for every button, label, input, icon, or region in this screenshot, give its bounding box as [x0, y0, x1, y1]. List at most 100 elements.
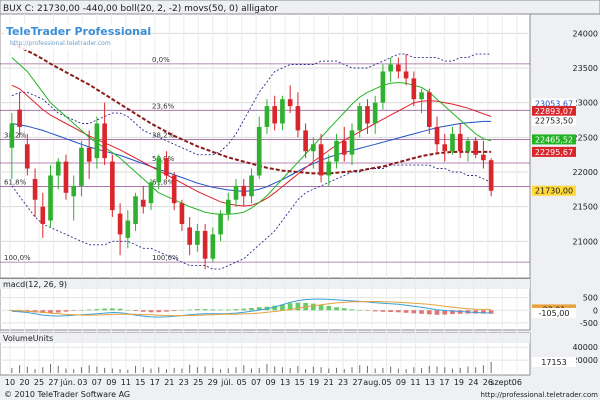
candle-body [388, 64, 393, 72]
candle-body [148, 182, 154, 204]
candle-body [179, 203, 185, 224]
date-tick-label: 24 [468, 378, 478, 387]
candle-body [349, 130, 355, 155]
price-value-label-text: 22465,52 [535, 135, 573, 144]
candle-body [233, 185, 239, 200]
chart-title: BUX C: 21730,00 -440,00 boll(20, 2, -2) … [3, 4, 278, 14]
price-tick-label: 21000 [573, 237, 598, 246]
candle-body [25, 144, 30, 169]
candle-body [450, 133, 455, 152]
footer-url[interactable]: http://professional.teletrader.com [481, 391, 599, 399]
candle-body [457, 133, 463, 152]
candle-body [164, 158, 169, 176]
date-tick-label: 09 [396, 378, 406, 387]
candle-body [249, 175, 254, 197]
macd-histogram-bar [334, 307, 339, 311]
candle-body [396, 64, 401, 72]
candle-body [434, 126, 440, 145]
candle-body [32, 178, 38, 200]
date-tick-label: 17 [150, 378, 160, 387]
candle-body [295, 106, 301, 131]
date-tick-label: 11 [410, 378, 420, 387]
macd-histogram-bar [148, 310, 154, 313]
date-tick-label: 06 [512, 378, 522, 387]
candle-body [272, 106, 278, 124]
candle-body [225, 199, 231, 214]
brand-url: http://professional.teletrader.com [10, 40, 111, 47]
candle-body [117, 213, 123, 235]
candle-body [365, 106, 370, 124]
macd-histogram-bar [218, 309, 223, 311]
chart-svg[interactable]: 0,0%23,6%38,2%50,0%61,8%100,0%38,2%61,8%… [0, 0, 600, 400]
date-tick-label: 07 [251, 378, 261, 387]
price-tick-label: 23000 [573, 99, 598, 108]
date-tick-label: 10 [5, 378, 15, 387]
date-tick-label: 13 [280, 378, 290, 387]
volume-value-label: 17153 [532, 356, 576, 367]
price-tick-label: 22000 [573, 168, 598, 177]
date-tick-label: 09 [266, 378, 276, 387]
price-value-label-text: 22893,07 [535, 107, 573, 116]
candle-body [357, 106, 363, 131]
candle-body [442, 144, 448, 152]
macd-tick-label: -500 [580, 319, 598, 328]
date-tick-label: 29 [208, 378, 218, 387]
price-tick-label: 23500 [573, 64, 598, 73]
macd-histogram-bar [434, 310, 440, 315]
candle-body [241, 185, 247, 197]
candle-body [94, 123, 100, 159]
candle-body [372, 102, 378, 124]
macd-histogram-bar [411, 310, 417, 314]
date-tick-label: 19 [454, 378, 464, 387]
macd-histogram-bar [318, 304, 324, 311]
date-tick-label: 21 [164, 378, 174, 387]
date-tick-label: júl. [220, 378, 233, 387]
date-tick-label: 21 [323, 378, 333, 387]
macd-histogram-bar [117, 308, 123, 311]
fib-label: 0,0% [152, 56, 170, 64]
date-tick-label: 05 [381, 378, 391, 387]
fib-label: 50,0% [152, 155, 175, 163]
candle-body [79, 147, 84, 186]
candle-body [481, 154, 486, 161]
volume-tick-label: 40000 [573, 343, 598, 352]
macd-histogram-bar [195, 309, 200, 311]
price-tick-label: 21500 [573, 203, 598, 212]
candle-body [419, 92, 424, 100]
fib-label: 100,0% [152, 254, 179, 262]
macd-histogram-bar [55, 310, 61, 313]
price-tick-label: 24000 [573, 29, 598, 38]
fib-label: 61,8% [152, 179, 175, 187]
macd-histogram-bar [171, 310, 177, 312]
date-tick-label: 25 [193, 378, 203, 387]
candle-body [202, 230, 208, 259]
footer-copyright: © 2010 TeleTrader Software AG [4, 390, 130, 399]
macd-histogram-bar [295, 302, 301, 311]
macd-histogram-bar [225, 309, 231, 311]
macd-histogram-bar [349, 309, 355, 311]
candle-body [125, 220, 131, 238]
candle-body [63, 161, 69, 193]
date-tick-label: 07 [92, 378, 102, 387]
chart-window: 0,0% 23,6% 38,2% 50,0% 61,8% 100,0% 38,2% 61,8%… [0, 0, 600, 400]
macd-histogram-bar [94, 309, 100, 311]
candle-body [156, 158, 162, 183]
price-value-label: 22465,52 [532, 134, 576, 145]
candle-body [280, 99, 285, 124]
candle-body [303, 130, 308, 152]
macd-histogram-bar [403, 310, 409, 313]
date-tick-label: 05 [237, 378, 247, 387]
date-tick-label: 03 [77, 378, 87, 387]
date-tick-label: 11 [121, 378, 131, 387]
candle-body [187, 227, 192, 245]
macd-histogram-bar [357, 310, 363, 311]
candle-body [403, 71, 409, 79]
macd-histogram-bar [140, 310, 146, 312]
date-tick-label: jún. [59, 378, 75, 387]
macd-histogram-bar [341, 308, 347, 311]
date-tick-label: 09 [106, 378, 116, 387]
candle-body [171, 175, 177, 204]
candle-body [140, 199, 146, 207]
macd-histogram-bar [79, 310, 84, 311]
candle-body [426, 92, 432, 127]
